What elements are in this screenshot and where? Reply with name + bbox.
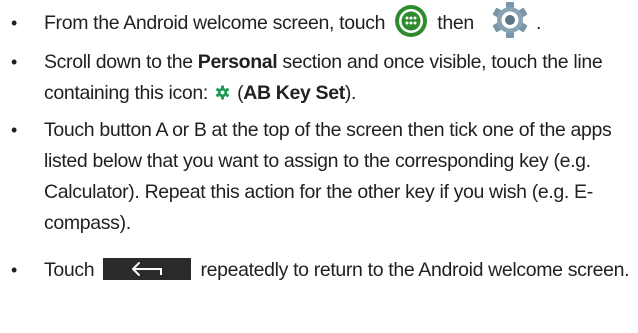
bullet: • [11, 13, 17, 33]
instruction-list: • From the Android welcome screen, touch… [0, 0, 638, 286]
step-3-text: Touch button A or B at the top of the sc… [44, 119, 612, 234]
step-2-open-paren: ( [232, 82, 244, 104]
list-item: • Touch repeatedly to return to the Andr… [0, 255, 638, 286]
step-4-suffix: repeatedly to return to the Android welc… [200, 259, 630, 281]
apps-icon [395, 4, 428, 37]
step-1-suffix: . [536, 12, 542, 34]
step-4-prefix: Touch [44, 259, 95, 281]
list-item: • Touch button A or B at the top of the … [0, 115, 638, 239]
personal-label: Personal [197, 51, 278, 73]
settings-gear-icon [492, 1, 528, 38]
bullet: • [11, 260, 17, 280]
gear-icon [215, 85, 230, 100]
back-key-icon [103, 258, 192, 281]
step-2-close-paren: ). [344, 82, 357, 104]
bullet: • [11, 52, 17, 72]
list-item: • Scroll down to the Personal section an… [0, 47, 638, 109]
step-1-middle: then [437, 12, 474, 34]
step-2-prefix: Scroll down to the [44, 51, 198, 73]
ab-key-set-label: AB Key Set [243, 82, 345, 104]
list-item: • From the Android welcome screen, touch… [0, 1, 638, 39]
bullet: • [11, 120, 17, 140]
step-1-prefix: From the Android welcome screen, touch [44, 12, 386, 34]
